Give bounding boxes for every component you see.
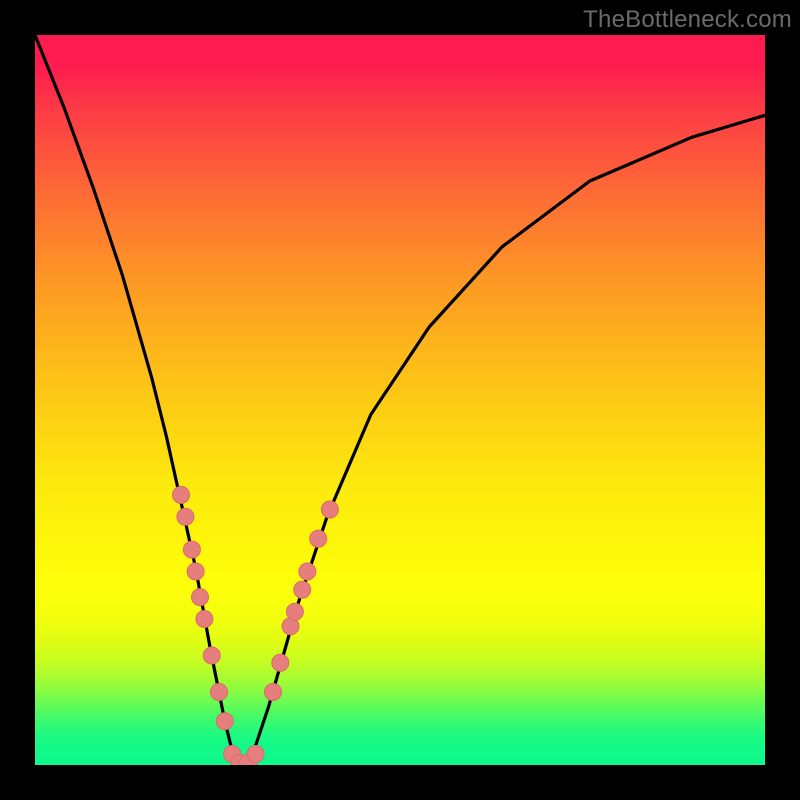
data-point bbox=[216, 713, 233, 730]
data-point bbox=[203, 647, 220, 664]
chart-svg bbox=[35, 35, 765, 765]
marker-group bbox=[173, 486, 339, 765]
plot-area bbox=[35, 35, 765, 765]
data-point bbox=[310, 530, 327, 547]
data-point bbox=[177, 508, 194, 525]
data-point bbox=[187, 563, 204, 580]
watermark-text: TheBottleneck.com bbox=[583, 6, 792, 34]
data-point bbox=[299, 563, 316, 580]
bottleneck-curve bbox=[35, 35, 765, 765]
data-point bbox=[294, 581, 311, 598]
data-point bbox=[192, 589, 209, 606]
data-point bbox=[247, 746, 264, 763]
curve-path bbox=[35, 35, 765, 765]
data-point bbox=[321, 501, 338, 518]
data-point bbox=[265, 684, 282, 701]
data-point bbox=[211, 684, 228, 701]
data-point bbox=[272, 654, 289, 671]
outer-frame: TheBottleneck.com bbox=[0, 0, 800, 800]
data-point bbox=[173, 486, 190, 503]
data-point bbox=[196, 611, 213, 628]
data-point bbox=[286, 603, 303, 620]
data-point bbox=[183, 541, 200, 558]
